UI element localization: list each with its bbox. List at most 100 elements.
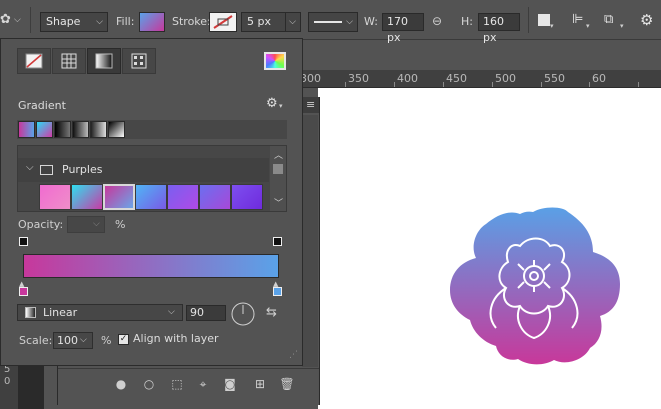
width-field[interactable]: 170 px bbox=[382, 13, 424, 44]
list-scrollbar[interactable]: ︿ ﹀ bbox=[270, 146, 286, 211]
opacity-field[interactable]: ⌵ bbox=[67, 216, 105, 233]
color-picker-button[interactable] bbox=[264, 52, 286, 70]
ruler-tick-label: 400 bbox=[397, 72, 418, 85]
solid-color-grid-icon bbox=[61, 53, 77, 69]
color-stop-right[interactable] bbox=[273, 287, 282, 296]
shape-mode-value: Shape bbox=[46, 15, 81, 28]
width-label: W: bbox=[364, 15, 378, 28]
fill-path-icon[interactable]: ● bbox=[112, 375, 130, 393]
folder-row[interactable]: ⌵ Purples bbox=[18, 158, 269, 182]
gradient-preset-swatch[interactable] bbox=[231, 184, 263, 210]
flower-shape[interactable] bbox=[318, 88, 661, 409]
horizontal-ruler: 300 350 400 450 500 550 60 bbox=[300, 70, 661, 88]
scale-value: 100 bbox=[57, 334, 78, 347]
chevron-down-icon: ⌵ bbox=[26, 162, 34, 173]
recent-gradient-swatch[interactable] bbox=[36, 121, 53, 138]
fill-swatch[interactable] bbox=[139, 12, 165, 32]
stroke-width-field[interactable]: 5 px ⌵ bbox=[241, 12, 301, 32]
fill-label: Fill: bbox=[116, 15, 135, 28]
stroke-swatch[interactable] bbox=[209, 12, 237, 32]
gradient-preset-swatch[interactable] bbox=[135, 184, 167, 210]
canvas-border bbox=[18, 360, 44, 409]
add-mask-icon[interactable]: ◙ bbox=[221, 375, 239, 393]
path-operations-icon[interactable] bbox=[538, 14, 550, 26]
chevron-down-icon: ⌵ bbox=[346, 17, 353, 27]
gradient-preset-swatch[interactable] bbox=[167, 184, 199, 210]
shape-mode-dropdown[interactable]: Shape ⌵ bbox=[40, 12, 108, 32]
angle-field[interactable]: 90 bbox=[186, 305, 226, 321]
separator bbox=[30, 7, 31, 33]
link-icon[interactable]: ⊖ bbox=[432, 13, 442, 29]
panel-menu-button[interactable]: ≡ bbox=[303, 97, 319, 113]
reverse-gradient-icon[interactable]: ⇆ bbox=[266, 306, 277, 320]
settings-gear-icon[interactable]: ⚙ bbox=[640, 11, 653, 29]
ruler-tick bbox=[443, 82, 444, 87]
gradient-section-title: Gradient bbox=[18, 99, 66, 112]
document-canvas[interactable] bbox=[318, 88, 661, 409]
gradient-preset-swatch[interactable] bbox=[39, 184, 71, 210]
stroke-path-icon[interactable]: ○ bbox=[140, 375, 158, 393]
ruler-tick-label: 300 bbox=[300, 72, 321, 85]
chevron-down-icon: ▾ bbox=[550, 22, 554, 30]
no-stroke-icon bbox=[213, 15, 233, 29]
recent-gradient-swatch[interactable] bbox=[90, 121, 107, 138]
folder-name: Purples bbox=[62, 163, 103, 176]
resize-grip-icon[interactable]: ⋰ bbox=[289, 351, 298, 360]
gradient-preset-swatch[interactable] bbox=[71, 184, 103, 210]
scroll-thumb[interactable] bbox=[273, 164, 283, 174]
recent-gradient-swatch[interactable] bbox=[54, 121, 71, 138]
new-path-icon[interactable]: ⊞ bbox=[251, 375, 269, 393]
recent-gradient-swatch[interactable] bbox=[108, 121, 125, 138]
ruler-tick bbox=[394, 82, 395, 87]
path-alignment-icon[interactable]: ⊫ bbox=[572, 12, 583, 28]
pattern-icon bbox=[131, 53, 147, 69]
scroll-up-icon[interactable]: ︿ bbox=[274, 148, 283, 161]
gradient-style-dropdown[interactable]: Linear ⌵ bbox=[17, 304, 183, 321]
gradient-preset-swatch-selected[interactable] bbox=[103, 184, 135, 210]
opacity-unit: % bbox=[115, 218, 126, 231]
align-with-layer-checkbox[interactable]: ✓ bbox=[118, 334, 129, 345]
align-with-layer-label: Align with layer bbox=[133, 332, 219, 345]
pattern-mode-button[interactable] bbox=[122, 48, 156, 74]
height-field[interactable]: 160 px bbox=[478, 13, 520, 44]
chevron-down-icon: ▾ bbox=[620, 22, 624, 30]
recent-gradient-swatch[interactable] bbox=[72, 121, 89, 138]
stroke-type-dropdown[interactable]: ⌵ bbox=[308, 12, 358, 32]
gradient-icon bbox=[95, 53, 113, 69]
ruler-tick-label: 450 bbox=[446, 72, 467, 85]
ruler-tick bbox=[638, 82, 639, 87]
gradient-preview-bar[interactable] bbox=[23, 254, 279, 278]
angle-dial[interactable] bbox=[230, 301, 256, 327]
make-work-path-icon[interactable]: ⌖ bbox=[194, 375, 212, 393]
path-arrangement-icon[interactable]: ⧉ bbox=[604, 12, 613, 28]
gear-icon[interactable]: ⚙ bbox=[266, 96, 278, 112]
linear-style-icon bbox=[25, 307, 36, 318]
opacity-stop-right[interactable] bbox=[273, 237, 282, 246]
chevron-down-icon: ▾ bbox=[586, 22, 590, 30]
opacity-stop-left[interactable] bbox=[19, 237, 28, 246]
panel-scrollbar[interactable] bbox=[302, 115, 318, 367]
load-selection-icon[interactable]: ⬚ bbox=[168, 375, 186, 393]
color-stop-left[interactable] bbox=[19, 287, 28, 296]
stroke-line-preview bbox=[314, 21, 342, 23]
scroll-down-icon[interactable]: ﹀ bbox=[274, 196, 283, 209]
separator bbox=[528, 7, 529, 33]
chevron-down-icon: ⌵ bbox=[168, 307, 175, 317]
trash-icon[interactable]: 🗑 bbox=[278, 375, 296, 393]
gradient-preset-swatch[interactable] bbox=[199, 184, 231, 210]
ruler-tick-label: 500 bbox=[495, 72, 516, 85]
scale-field[interactable]: 100 ⌵ bbox=[53, 332, 93, 349]
tool-icon[interactable]: ✿ bbox=[0, 12, 14, 28]
solid-color-mode-button[interactable] bbox=[52, 48, 86, 74]
scale-label: Scale: bbox=[19, 334, 53, 347]
chevron-down-icon: ⌵ bbox=[93, 219, 100, 229]
tool-preset-chevron-icon[interactable]: ⌵ bbox=[14, 12, 24, 28]
recent-gradient-swatch[interactable] bbox=[18, 121, 35, 138]
chevron-down-icon: ⌵ bbox=[80, 335, 87, 345]
menu-lines-icon: ≡ bbox=[306, 98, 316, 111]
no-color-icon bbox=[25, 53, 43, 69]
no-color-mode-button[interactable] bbox=[17, 48, 51, 74]
ruler-tick-label: 550 bbox=[544, 72, 565, 85]
gradient-mode-button[interactable] bbox=[87, 48, 121, 74]
ruler-tick bbox=[345, 82, 346, 87]
